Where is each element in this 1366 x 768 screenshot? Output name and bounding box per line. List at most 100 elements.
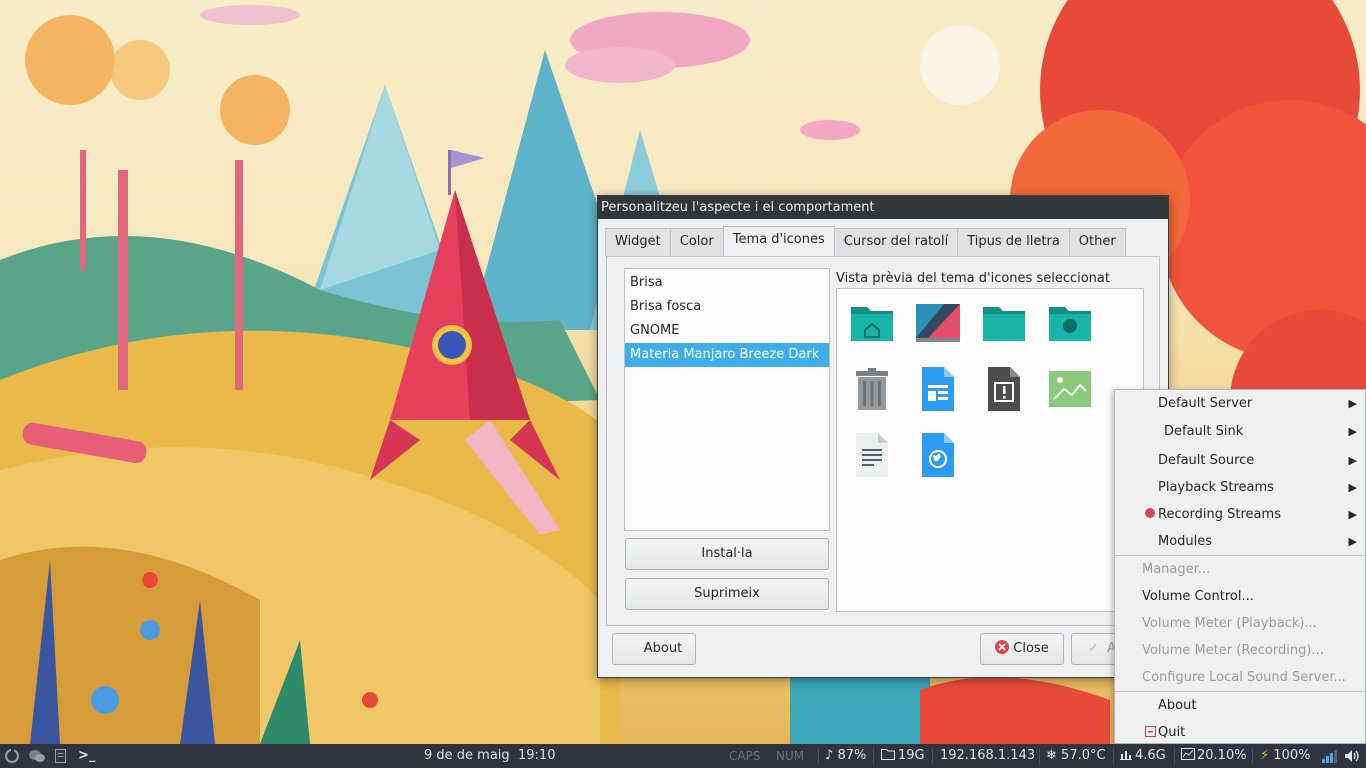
taskbar-separator bbox=[1113, 748, 1114, 764]
volume-widget[interactable]: ♪ 87% bbox=[825, 744, 866, 768]
cpu-value: 20.10% bbox=[1197, 748, 1247, 763]
terminal-icon[interactable]: >_ bbox=[78, 744, 95, 768]
close-button-label: Close bbox=[1013, 641, 1049, 656]
close-icon bbox=[995, 640, 1010, 654]
desktop-wallpaper-icon bbox=[916, 304, 960, 342]
taskbar: >_ 9 de de maig 19:10 CAPS NUM ♪ 87% 19G… bbox=[0, 744, 1366, 768]
taskbar-separator bbox=[818, 748, 819, 764]
music-note-icon: ♪ bbox=[825, 748, 834, 763]
lightning-icon: ⚡ bbox=[1260, 748, 1270, 763]
menu-recording-streams[interactable]: Recording Streams ▶ bbox=[1115, 501, 1365, 528]
quit-icon bbox=[1145, 726, 1156, 737]
temperature-widget[interactable]: ❄ 57.0°C bbox=[1046, 744, 1106, 768]
install-button[interactable]: Instal·la bbox=[625, 538, 829, 570]
check-icon: ✓ bbox=[1088, 641, 1099, 656]
menu-label: Default Source bbox=[1158, 453, 1255, 468]
menu-playback-streams[interactable]: Playback Streams ▶ bbox=[1115, 474, 1365, 501]
menu-quit[interactable]: Quit bbox=[1115, 719, 1365, 746]
menu-default-source[interactable]: Default Source ▶ bbox=[1115, 447, 1365, 474]
submenu-arrow-icon: ▶ bbox=[1348, 508, 1357, 521]
cpu-monitor-icon bbox=[1181, 748, 1195, 760]
record-dot-icon bbox=[1145, 508, 1155, 518]
menu-label: Playback Streams bbox=[1158, 480, 1274, 495]
network-signal-icon[interactable] bbox=[1322, 749, 1338, 763]
preview-label: Vista prèvia del tema d'icones seleccion… bbox=[836, 271, 1110, 286]
menu-volume-meter-recording[interactable]: Volume Meter (Recording)... bbox=[1115, 637, 1365, 664]
theme-item-materia[interactable]: Materia Manjaro Breeze Dark bbox=[625, 343, 829, 367]
menu-label: Default Sink bbox=[1164, 424, 1244, 439]
taskbar-separator bbox=[1039, 748, 1040, 764]
submenu-arrow-icon: ▶ bbox=[1348, 397, 1357, 410]
menu-default-sink[interactable]: Default Sink ▶ bbox=[1115, 418, 1365, 445]
volume-value: 87% bbox=[837, 748, 867, 763]
folder-icon bbox=[983, 307, 1025, 341]
menu-volume-control[interactable]: Volume Control... bbox=[1115, 583, 1365, 610]
theme-list[interactable]: Brisa Brisa fosca GNOME Materia Manjaro … bbox=[624, 268, 830, 531]
cpu-widget[interactable]: 20.10% bbox=[1181, 744, 1247, 768]
text-document-icon bbox=[856, 433, 888, 477]
battery-widget[interactable]: ⚡ 100% bbox=[1260, 744, 1310, 768]
settings-dialog: Personalitzeu l'aspecte i el comportamen… bbox=[597, 195, 1169, 678]
tab-mouse-cursor[interactable]: Cursor del ratolí bbox=[833, 228, 959, 256]
taskbar-separator bbox=[873, 748, 874, 764]
menu-modules[interactable]: Modules ▶ bbox=[1115, 528, 1365, 555]
tab-font[interactable]: Tipus de lletra bbox=[957, 228, 1070, 256]
menu-default-server[interactable]: Default Server ▶ bbox=[1115, 390, 1365, 417]
pulseaudio-tray-menu: Default Server ▶ Default Sink ▶ Default … bbox=[1114, 389, 1366, 744]
speaker-icon[interactable] bbox=[1345, 749, 1360, 763]
disk-widget[interactable]: 19G bbox=[881, 744, 925, 768]
tab-other[interactable]: Other bbox=[1068, 228, 1126, 256]
tab-bar: Widget Color Tema d'icones Cursor del ra… bbox=[605, 226, 1126, 256]
submenu-arrow-icon: ▶ bbox=[1348, 535, 1357, 548]
close-button[interactable]: Close bbox=[980, 633, 1064, 665]
menu-label: Recording Streams bbox=[1158, 507, 1281, 522]
trash-icon bbox=[856, 368, 888, 410]
snowflake-icon: ❄ bbox=[1046, 748, 1057, 763]
ip-address[interactable]: 192.168.1.143 bbox=[940, 744, 1035, 768]
bar-chart-icon bbox=[1120, 751, 1132, 760]
submenu-arrow-icon: ▶ bbox=[1348, 481, 1357, 494]
disk-value: 19G bbox=[898, 748, 925, 763]
chat-icon[interactable] bbox=[29, 749, 45, 763]
theme-item-gnome[interactable]: GNOME bbox=[625, 319, 829, 343]
image-icon bbox=[1049, 371, 1091, 407]
time-display[interactable]: 19:10 bbox=[518, 744, 555, 768]
menu-label: Default Server bbox=[1158, 396, 1253, 411]
tab-color[interactable]: Color bbox=[669, 228, 724, 256]
battery-value: 100% bbox=[1273, 748, 1311, 763]
tab-icon-theme[interactable]: Tema d'icones bbox=[722, 226, 835, 256]
about-button[interactable]: About bbox=[612, 633, 696, 665]
submenu-arrow-icon: ▶ bbox=[1348, 454, 1357, 467]
theme-item-brisa[interactable]: Brisa bbox=[625, 271, 829, 295]
menu-label: Modules bbox=[1158, 534, 1213, 549]
temperature-value: 57.0°C bbox=[1061, 748, 1106, 763]
taskbar-separator bbox=[1174, 748, 1175, 764]
memory-widget[interactable]: 4.6G bbox=[1120, 744, 1166, 768]
text-editor-icon[interactable] bbox=[55, 749, 66, 763]
memory-value: 4.6G bbox=[1135, 748, 1166, 763]
menu-configure-local-server[interactable]: Configure Local Sound Server... bbox=[1115, 664, 1365, 691]
num-lock-indicator: NUM bbox=[776, 749, 805, 763]
app-menu-icon[interactable] bbox=[5, 749, 19, 763]
icon-preview-area bbox=[836, 288, 1144, 612]
menu-volume-meter-playback[interactable]: Volume Meter (Playback)... bbox=[1115, 610, 1365, 637]
remove-button[interactable]: Suprimeix bbox=[625, 578, 829, 610]
caps-lock-indicator: CAPS bbox=[729, 749, 761, 763]
taskbar-separator bbox=[1252, 748, 1253, 764]
about-button-label: About bbox=[643, 641, 683, 656]
menu-about[interactable]: About bbox=[1115, 692, 1365, 719]
document-presentation-icon bbox=[922, 367, 954, 411]
system-alert-icon bbox=[988, 367, 1020, 411]
theme-item-brisa-fosca[interactable]: Brisa fosca bbox=[625, 295, 829, 319]
menu-manager[interactable]: Manager... bbox=[1115, 556, 1365, 583]
folder-network-icon bbox=[1049, 307, 1091, 341]
icon-theme-panel: Brisa Brisa fosca GNOME Materia Manjaro … bbox=[606, 256, 1160, 626]
window-title[interactable]: Personalitzeu l'aspecte i el comportamen… bbox=[598, 196, 1168, 219]
submenu-arrow-icon: ▶ bbox=[1348, 425, 1357, 438]
date-display[interactable]: 9 de de maig bbox=[424, 744, 510, 768]
folder-home-icon bbox=[851, 307, 893, 341]
taskbar-separator bbox=[932, 748, 933, 764]
tab-widget[interactable]: Widget bbox=[605, 228, 671, 256]
folder-icon bbox=[881, 749, 895, 760]
html-document-icon bbox=[922, 433, 954, 477]
